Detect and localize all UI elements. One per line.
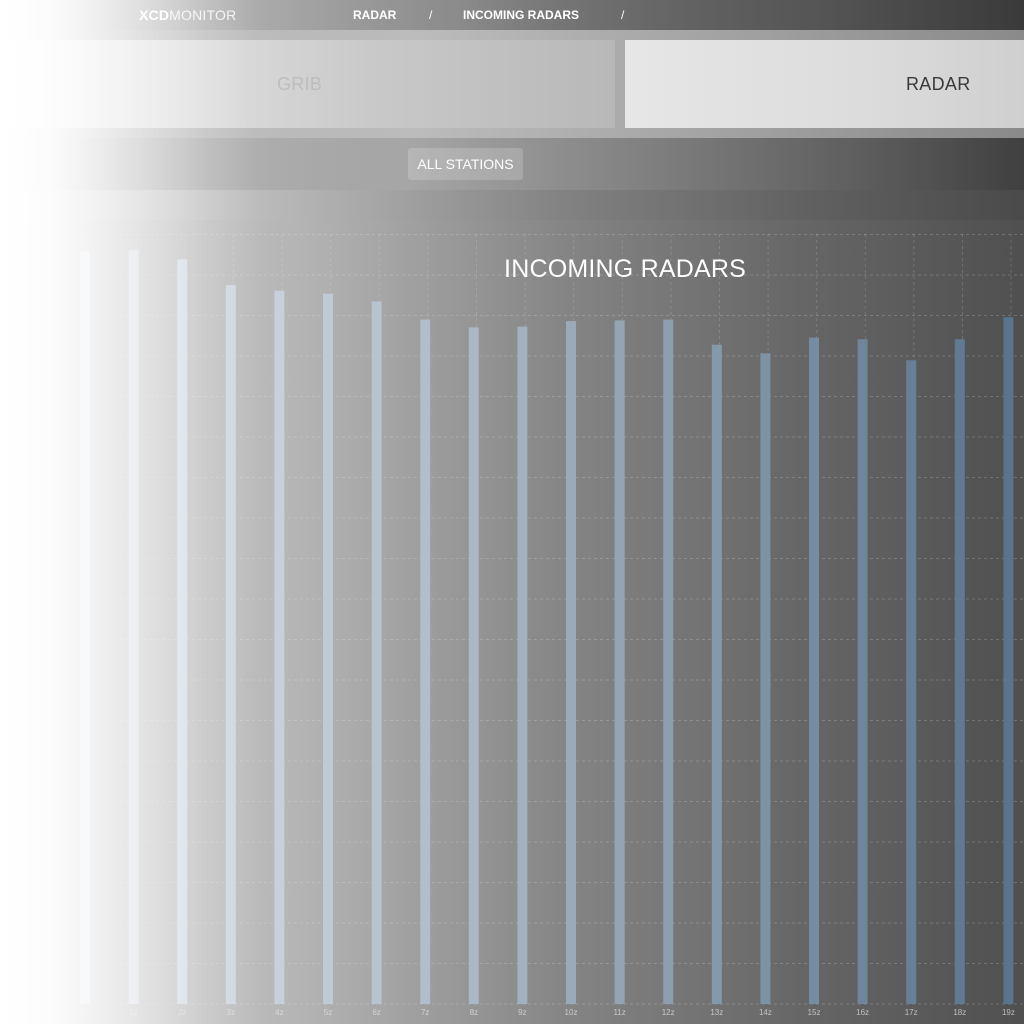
incoming-radars-chart: 0z 1z 2z 3z 4z 5z 6z 7z 8z 9z 10z 11z 12z 13z 14z 15z 16…: [60, 234, 1024, 1017]
brand-logo-light: MONITOR: [169, 7, 237, 23]
source-tabs: GRIB RADAR: [0, 30, 1024, 138]
x-tick-label: 0z: [81, 1008, 89, 1017]
x-tick-label: 6z: [372, 1008, 380, 1017]
bar-14z[interactable]: [760, 353, 771, 1004]
bar-19z[interactable]: [1003, 317, 1014, 1004]
brand-logo[interactable]: XCDMONITOR: [139, 7, 236, 23]
tab-grib-label: GRIB: [277, 74, 323, 94]
breadcrumb-incoming-radars[interactable]: INCOMING RADARS: [463, 8, 579, 23]
x-tick-label: 14z: [759, 1008, 772, 1017]
tab-grib[interactable]: GRIB: [0, 40, 615, 128]
bar-7z[interactable]: [420, 319, 431, 1005]
breadcrumb-separator: /: [429, 8, 433, 22]
bar-15z[interactable]: [809, 337, 819, 1005]
x-tick-label: 4z: [275, 1008, 283, 1017]
bar-4z[interactable]: [274, 290, 285, 1005]
x-tick-label: 11z: [613, 1008, 625, 1017]
app-stage: XCDMONITOR RADAR / INCOMING RADARS / GRI…: [0, 0, 1024, 1024]
x-tick-label: 17z: [905, 1008, 918, 1017]
bar-8z[interactable]: [468, 327, 479, 1004]
bar-16z[interactable]: [857, 339, 868, 1004]
breadcrumb-radar[interactable]: RADAR: [353, 8, 396, 23]
bar-17z[interactable]: [906, 360, 917, 1004]
all-stations-button[interactable]: ALL STATIONS: [408, 148, 523, 180]
bar-6z[interactable]: [371, 301, 382, 1005]
x-tick-label: 13z: [710, 1008, 723, 1017]
breadcrumb-separator: /: [621, 8, 625, 22]
chart-title: INCOMING RADARS: [504, 255, 746, 283]
x-tick-label: 12z: [662, 1008, 675, 1017]
x-tick-label: 18z: [953, 1008, 966, 1017]
bar-2z[interactable]: [177, 259, 188, 1004]
x-tick-label: 8z: [470, 1008, 478, 1017]
x-tick-label: 5z: [324, 1008, 332, 1017]
bar-11z[interactable]: [614, 320, 625, 1004]
brand-logo-bold: XCD: [139, 7, 170, 23]
x-tick-label: 7z: [421, 1008, 429, 1017]
x-tick-label: 1z: [129, 1008, 137, 1017]
bar-12z[interactable]: [663, 319, 674, 1005]
x-tick-label: 19z: [1002, 1008, 1015, 1017]
bar-13z[interactable]: [711, 344, 722, 1004]
tab-radar[interactable]: RADAR: [625, 40, 1024, 128]
top-nav-bar: XCDMONITOR RADAR / INCOMING RADARS /: [0, 0, 1024, 30]
bar-10z[interactable]: [566, 321, 576, 1005]
bar-18z[interactable]: [954, 339, 965, 1004]
x-tick-label: 15z: [808, 1008, 821, 1017]
bar-9z[interactable]: [517, 326, 528, 1005]
tab-radar-label: RADAR: [906, 74, 971, 94]
x-tick-label: 9z: [518, 1008, 526, 1017]
x-tick-label: 3z: [227, 1008, 235, 1017]
x-tick-label: 10z: [565, 1008, 578, 1017]
x-tick-label: 2z: [178, 1008, 186, 1017]
bar-5z[interactable]: [323, 293, 333, 1004]
bar-3z[interactable]: [225, 285, 236, 1005]
bar-0z[interactable]: [80, 251, 90, 1004]
bar-1z[interactable]: [128, 249, 139, 1005]
x-tick-label: 16z: [856, 1008, 869, 1017]
station-filter-bar: ALL STATIONS: [0, 138, 1024, 190]
